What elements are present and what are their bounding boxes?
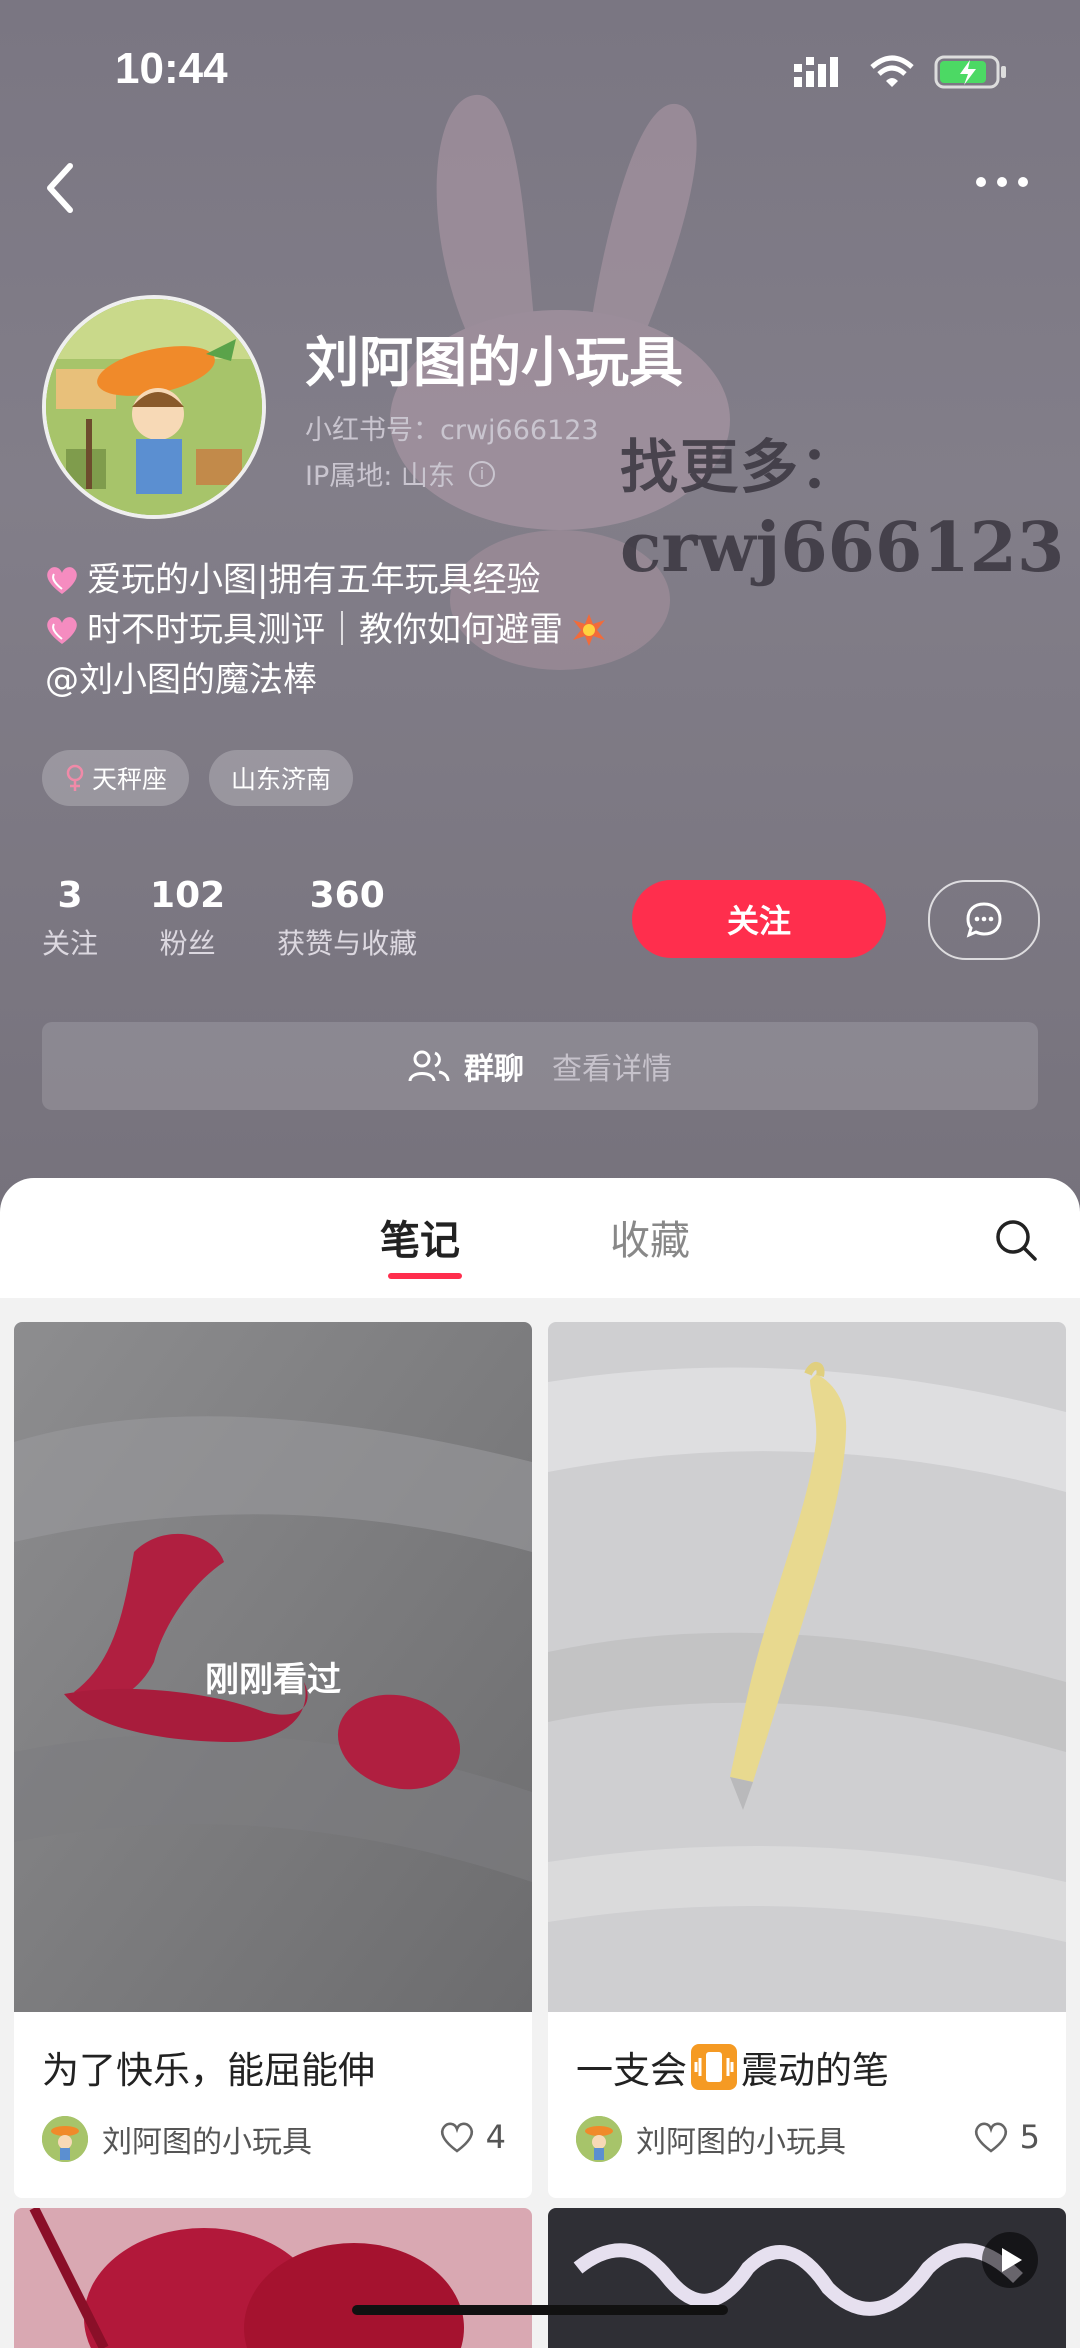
recently-viewed-label: 刚刚看过 (205, 1660, 341, 1700)
bio-line-1: 爱玩的小图|拥有五年玩具经验 (87, 560, 541, 600)
stat-likes-collections[interactable]: 360 获赞与收藏 (277, 875, 417, 962)
author-avatar (42, 2116, 88, 2162)
heart-emoji-icon (47, 617, 77, 644)
info-icon[interactable]: i (468, 460, 495, 487)
group-users-icon (408, 1050, 450, 1082)
author-avatar (576, 2116, 622, 2162)
more-options-icon[interactable] (974, 175, 1030, 189)
group-chat-detail: 查看详情 (552, 1052, 672, 1087)
note-card[interactable] (14, 2208, 532, 2348)
bio-line-2: 时不时玩具测评｜教你如何避雷 (87, 610, 563, 650)
note-author[interactable]: 刘阿图的小玩具 (576, 2116, 846, 2162)
note-author[interactable]: 刘阿图的小玩具 (42, 2116, 312, 2162)
bio-mention[interactable]: @刘小图的魔法棒 (45, 655, 317, 705)
heart-outline-icon (440, 2122, 473, 2153)
content-tabs: 笔记 收藏 (0, 1178, 1080, 1298)
note-cover-image: 刚刚看过 (14, 1322, 532, 2012)
profile-header: 找更多： crwj666123 10:44 刘阿图的小玩具 小红书号：crwj6… (0, 0, 1080, 1220)
profile-bio: 爱玩的小图|拥有五年玩具经验 时不时玩具测评｜教你如何避雷 @刘小图的魔法棒 (45, 555, 607, 705)
tab-notes[interactable]: 笔记 (380, 1208, 460, 1266)
like-count[interactable]: 5 (972, 2118, 1040, 2156)
wifi-icon (870, 55, 914, 87)
home-indicator (352, 2305, 728, 2315)
profile-name: 刘阿图的小玩具 (305, 331, 683, 394)
avatar[interactable] (42, 295, 266, 519)
group-chat-bar[interactable]: 群聊 查看详情 (42, 1022, 1038, 1110)
avatar-illustration (46, 299, 262, 515)
follow-button[interactable]: 关注 (632, 880, 886, 958)
chat-bubble-icon (966, 902, 1002, 938)
watermark-text: 找更多： crwj666123 (620, 433, 1065, 588)
author-name: 刘阿图的小玩具 (102, 2125, 312, 2160)
stat-following[interactable]: 3 关注 (42, 875, 98, 962)
note-cover-image (548, 1322, 1066, 2012)
battery-icon (934, 55, 1006, 89)
tag-zodiac: 天秤座 (42, 750, 190, 806)
status-bar: 10:44 (0, 40, 1080, 110)
active-tab-indicator (388, 1273, 462, 1279)
author-name: 刘阿图的小玩具 (636, 2125, 846, 2160)
xhs-id[interactable]: 小红书号：crwj666123 (305, 408, 599, 447)
search-icon[interactable] (994, 1218, 1038, 1262)
female-icon (66, 764, 84, 791)
vibrate-emoji-icon (691, 2044, 737, 2090)
group-chat-label: 群聊 (464, 1052, 524, 1087)
note-card[interactable]: 一支会 震动的笔 刘阿图的小玩具 5 (548, 1322, 1066, 2198)
tab-collections[interactable]: 收藏 (610, 1208, 690, 1266)
profile-tags: 天秤座 山东济南 (42, 750, 354, 806)
cellular-signal-icon (794, 57, 838, 87)
note-title: 为了快乐，能屈能伸 (42, 2049, 375, 2092)
like-count[interactable]: 4 (438, 2118, 506, 2156)
note-title: 一支会 震动的笔 (576, 2040, 889, 2094)
note-card[interactable]: 刚刚看过 为了快乐，能屈能伸 刘阿图的小玩具 4 (14, 1322, 532, 2198)
note-cover-image (14, 2208, 532, 2348)
note-card[interactable] (548, 2208, 1066, 2348)
note-cover-image (548, 2208, 1066, 2348)
tag-location: 山东济南 (209, 750, 354, 806)
back-arrow-icon[interactable] (42, 160, 76, 216)
ip-location-text: IP属地: 山东 (305, 461, 455, 492)
stat-followers[interactable]: 102 粉丝 (150, 875, 225, 962)
profile-stats: 3 关注 102 粉丝 360 获赞与收藏 (42, 875, 469, 962)
message-button[interactable] (928, 880, 1040, 960)
heart-emoji-icon (47, 567, 77, 594)
heart-outline-icon (974, 2122, 1007, 2153)
status-time: 10:44 (115, 44, 228, 93)
ip-location: IP属地: 山东 i (305, 454, 495, 493)
collision-emoji-icon (573, 614, 605, 646)
